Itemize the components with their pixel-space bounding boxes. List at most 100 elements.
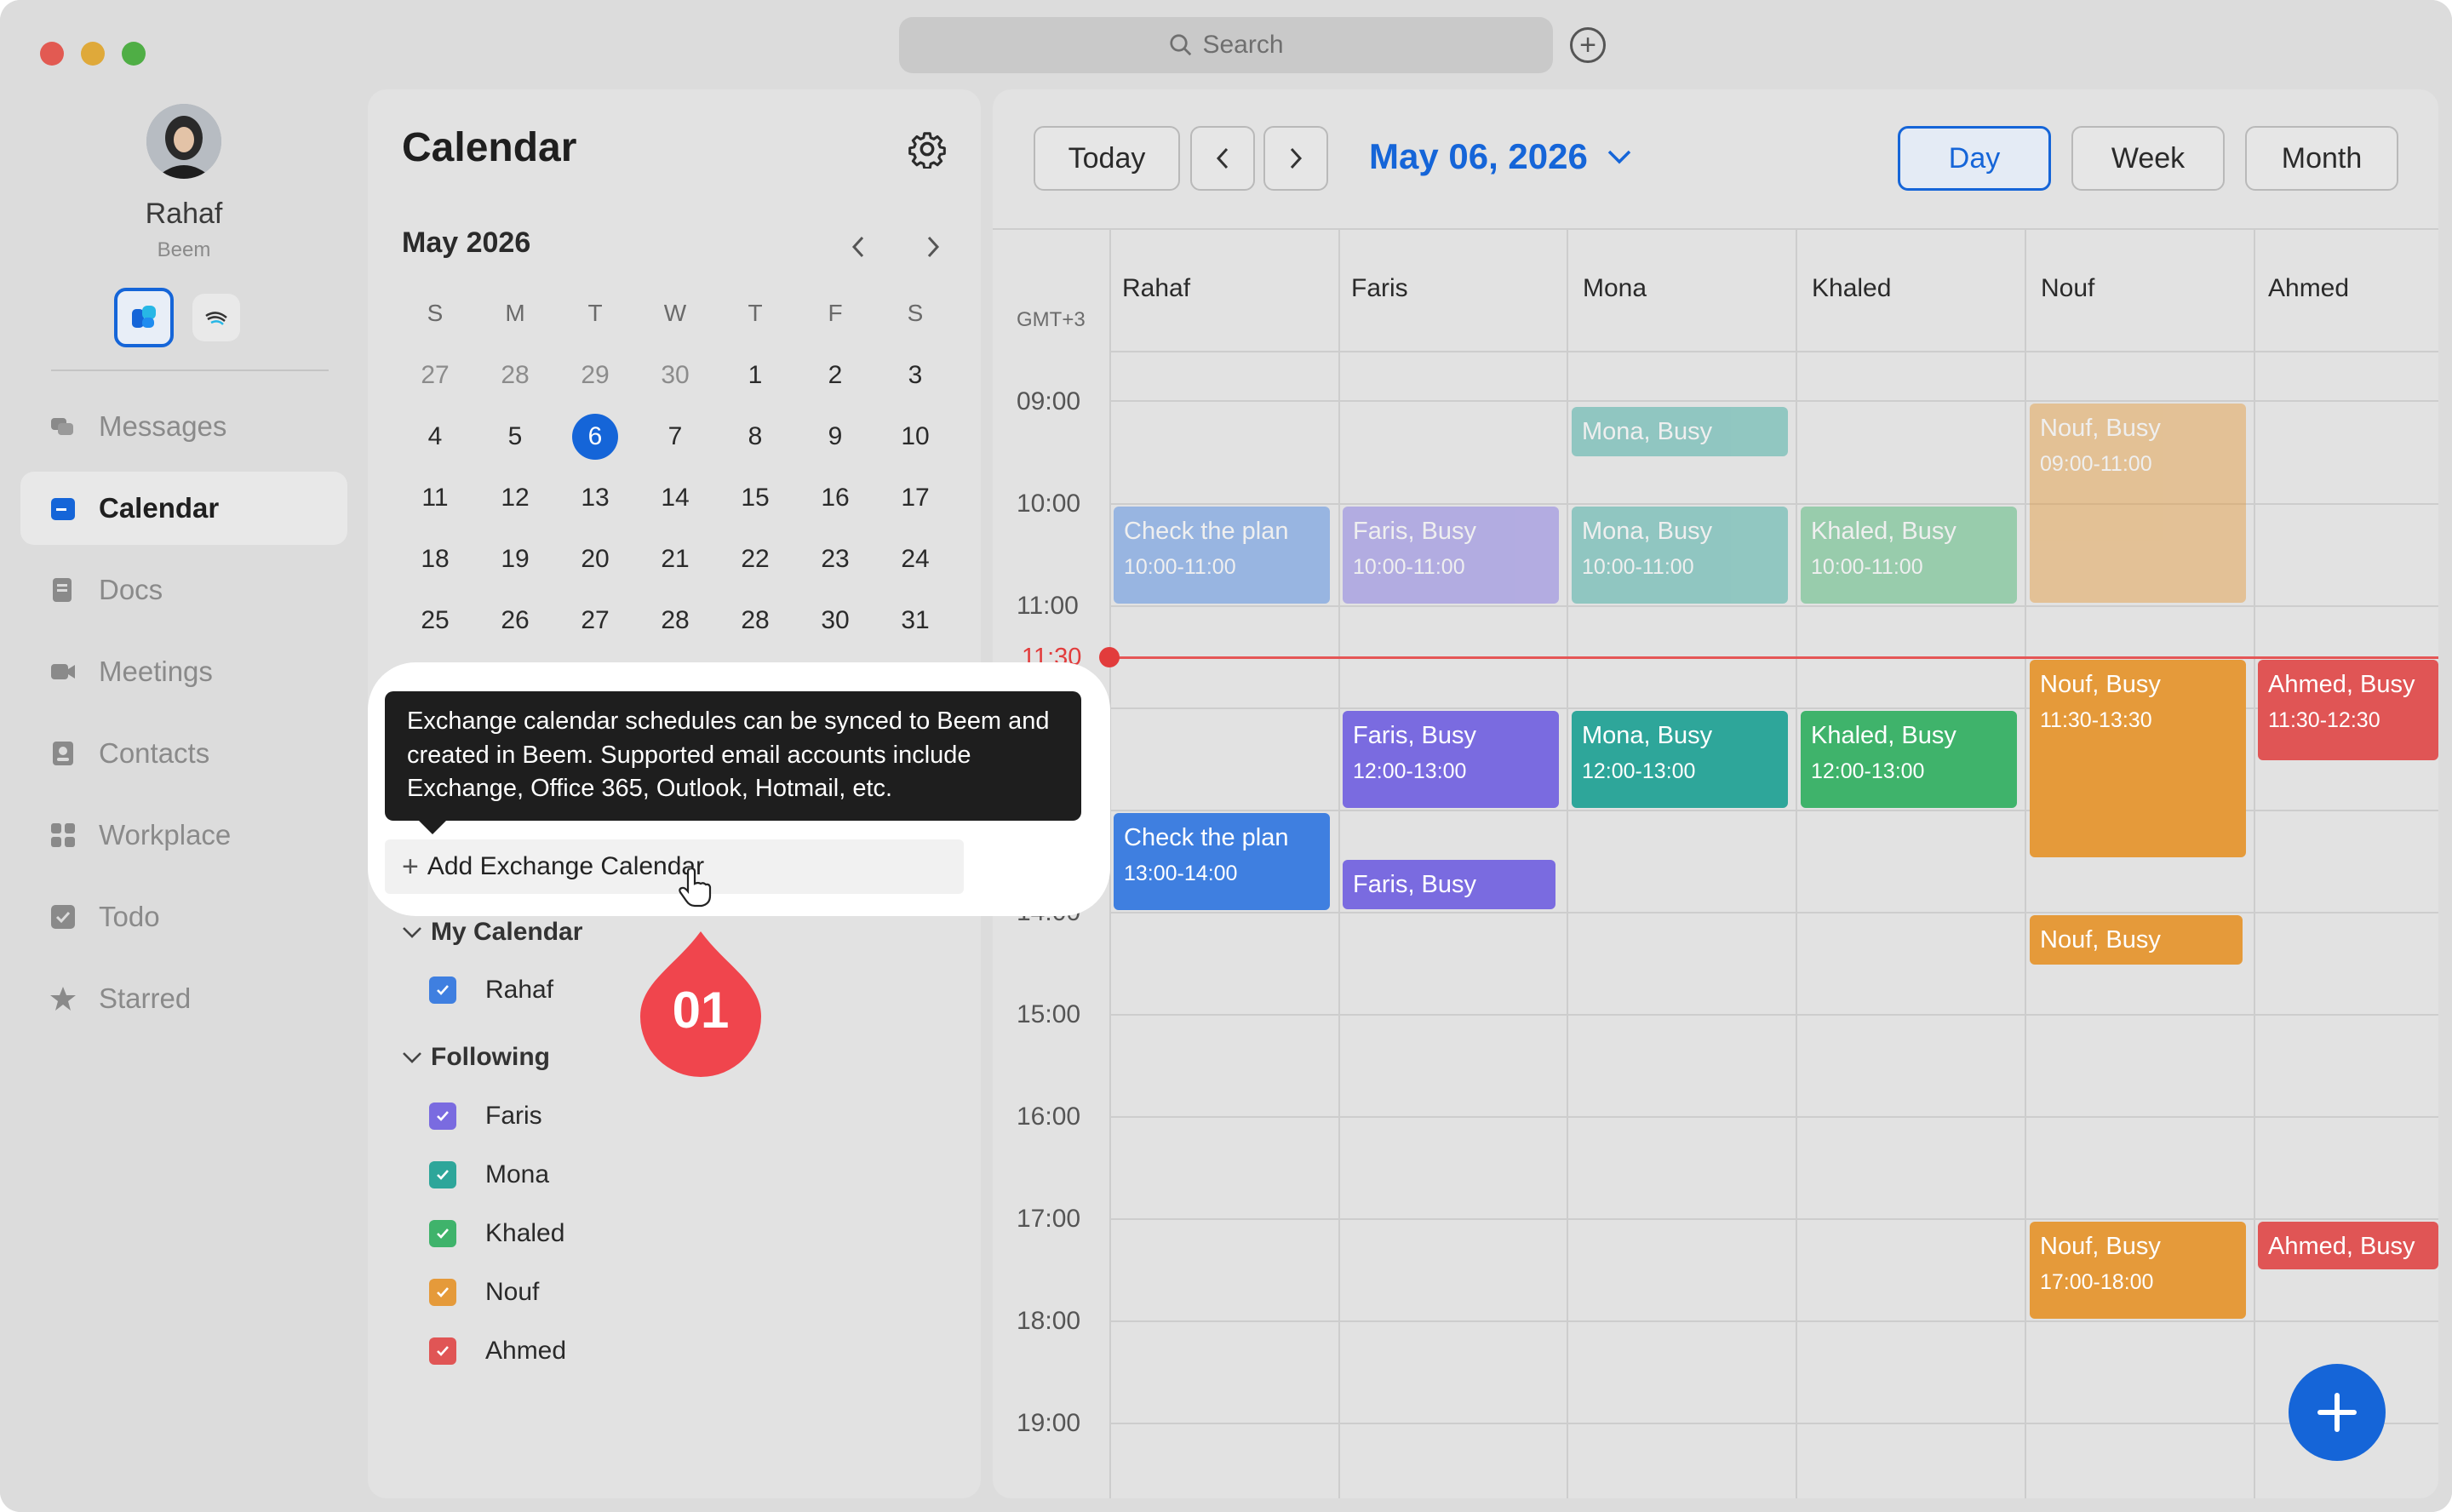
day-cell[interactable]: 22 (715, 529, 795, 590)
prev-month-button[interactable] (841, 230, 875, 264)
day-cell[interactable]: 17 (875, 467, 955, 529)
next-day-button[interactable] (1263, 126, 1328, 191)
day-cell[interactable]: 28 (475, 345, 555, 406)
day-cell[interactable]: 15 (715, 467, 795, 529)
day-cell[interactable]: 20 (555, 529, 635, 590)
day-cell[interactable]: 30 (795, 590, 875, 651)
nav-item-meetings[interactable]: Meetings (20, 635, 347, 708)
minimize-window-button[interactable] (81, 42, 105, 66)
nav-item-workplace[interactable]: Workplace (20, 799, 347, 872)
checkbox-checked-icon[interactable] (429, 1102, 456, 1130)
view-month-button[interactable]: Month (2245, 126, 2398, 191)
event-block[interactable]: Check the plan 10:00-11:00 (1114, 507, 1330, 604)
day-cell[interactable]: 21 (635, 529, 715, 590)
event-block[interactable]: Ahmed, Busy (2258, 1222, 2438, 1269)
nav-item-docs[interactable]: Docs (20, 553, 347, 627)
day-cell[interactable]: 4 (395, 406, 475, 467)
add-circle-button[interactable]: + (1570, 27, 1606, 63)
day-cell[interactable]: 1 (715, 345, 795, 406)
event-block[interactable]: Nouf, Busy 09:00-11:00 (2030, 404, 2246, 603)
calendar-item-ahmed[interactable]: Ahmed (429, 1337, 566, 1366)
calendar-item-khaled[interactable]: Khaled (429, 1219, 564, 1248)
event-block[interactable]: Check the plan 13:00-14:00 (1114, 813, 1330, 910)
beem-app-switch[interactable] (114, 288, 174, 347)
event-block[interactable]: Faris, Busy 10:00-11:00 (1343, 507, 1559, 604)
day-cell[interactable]: 19 (475, 529, 555, 590)
add-exchange-calendar-button[interactable]: + Add Exchange Calendar (385, 839, 964, 894)
view-day-button[interactable]: Day (1898, 126, 2051, 191)
event-block[interactable]: Mona, Busy 10:00-11:00 (1572, 507, 1788, 604)
day-cell[interactable]: 10 (875, 406, 955, 467)
event-block[interactable]: Faris, Busy 12:00-13:00 (1343, 711, 1559, 808)
today-button[interactable]: Today (1034, 126, 1180, 191)
current-time-line (1110, 656, 2438, 659)
day-cell[interactable]: 23 (795, 529, 875, 590)
day-cell[interactable]: 13 (555, 467, 635, 529)
calendar-item-faris[interactable]: Faris (429, 1102, 542, 1131)
next-month-button[interactable] (916, 230, 950, 264)
time-label: 18:00 (1017, 1307, 1081, 1335)
day-cell[interactable]: 28 (635, 590, 715, 651)
search-input[interactable]: Search (899, 17, 1553, 73)
day-cell[interactable]: 28 (715, 590, 795, 651)
event-time: 09:00-11:00 (2040, 452, 2152, 477)
day-cell[interactable]: 18 (395, 529, 475, 590)
gear-icon[interactable] (908, 129, 947, 169)
day-cell[interactable]: 31 (875, 590, 955, 651)
nav-item-todo[interactable]: Todo (20, 880, 347, 954)
day-cell[interactable]: 2 (795, 345, 875, 406)
grid-line (1567, 228, 1568, 1498)
checkbox-checked-icon[interactable] (429, 1220, 456, 1247)
day-cell[interactable]: 26 (475, 590, 555, 651)
event-block[interactable]: Mona, Busy (1572, 407, 1788, 456)
checkbox-checked-icon[interactable] (429, 1337, 456, 1365)
avatar[interactable] (146, 104, 221, 179)
day-cell[interactable]: 5 (475, 406, 555, 467)
date-picker-dropdown[interactable]: May 06, 2026 (1369, 136, 1632, 177)
day-cell[interactable]: 16 (795, 467, 875, 529)
day-cell[interactable]: 9 (795, 406, 875, 467)
calendar-item-nouf[interactable]: Nouf (429, 1278, 539, 1307)
day-cell[interactable]: 30 (635, 345, 715, 406)
following-section[interactable]: Following (402, 1043, 550, 1072)
nav-item-starred[interactable]: Starred (20, 962, 347, 1035)
event-block[interactable]: Khaled, Busy 10:00-11:00 (1801, 507, 2017, 604)
nav-item-messages[interactable]: Messages (20, 390, 347, 463)
my-calendar-section[interactable]: My Calendar (402, 918, 582, 947)
checkbox-checked-icon[interactable] (429, 1279, 456, 1306)
calendar-item-rahaf[interactable]: Rahaf (429, 976, 553, 1005)
nav-item-calendar[interactable]: Calendar (20, 472, 347, 545)
secondary-app-switch[interactable] (192, 294, 240, 341)
event-block[interactable]: Nouf, Busy (2030, 915, 2243, 965)
nav-item-contacts[interactable]: Contacts (20, 717, 347, 790)
day-cell[interactable]: 11 (395, 467, 475, 529)
chevron-down-icon (1607, 150, 1631, 164)
day-cell[interactable]: 27 (555, 590, 635, 651)
add-event-button[interactable] (2289, 1364, 2386, 1461)
day-cell[interactable]: 25 (395, 590, 475, 651)
day-cell[interactable]: 12 (475, 467, 555, 529)
close-window-button[interactable] (40, 42, 64, 66)
day-cell[interactable]: 8 (715, 406, 795, 467)
event-block[interactable]: Faris, Busy (1343, 860, 1555, 909)
day-cell[interactable]: 3 (875, 345, 955, 406)
day-cell-selected[interactable]: 6 (555, 406, 635, 467)
day-cell[interactable]: 14 (635, 467, 715, 529)
event-block[interactable]: Khaled, Busy 12:00-13:00 (1801, 711, 2017, 808)
checkbox-checked-icon[interactable] (429, 976, 456, 1004)
event-block[interactable]: Nouf, Busy 17:00-18:00 (2030, 1222, 2246, 1319)
day-cell[interactable]: 29 (555, 345, 635, 406)
view-week-button[interactable]: Week (2071, 126, 2225, 191)
day-cell[interactable]: 27 (395, 345, 475, 406)
calendar-item-mona[interactable]: Mona (429, 1160, 549, 1189)
prev-day-button[interactable] (1190, 126, 1255, 191)
weekday-label: W (663, 300, 687, 326)
event-block[interactable]: Nouf, Busy 11:30-13:30 (2030, 660, 2246, 857)
checkbox-checked-icon[interactable] (429, 1161, 456, 1188)
zoom-window-button[interactable] (122, 42, 146, 66)
day-cell[interactable]: 7 (635, 406, 715, 467)
event-block[interactable]: Mona, Busy 12:00-13:00 (1572, 711, 1788, 808)
event-block[interactable]: Ahmed, Busy 11:30-12:30 (2258, 660, 2438, 760)
plus-icon: + (1579, 29, 1596, 61)
day-cell[interactable]: 24 (875, 529, 955, 590)
